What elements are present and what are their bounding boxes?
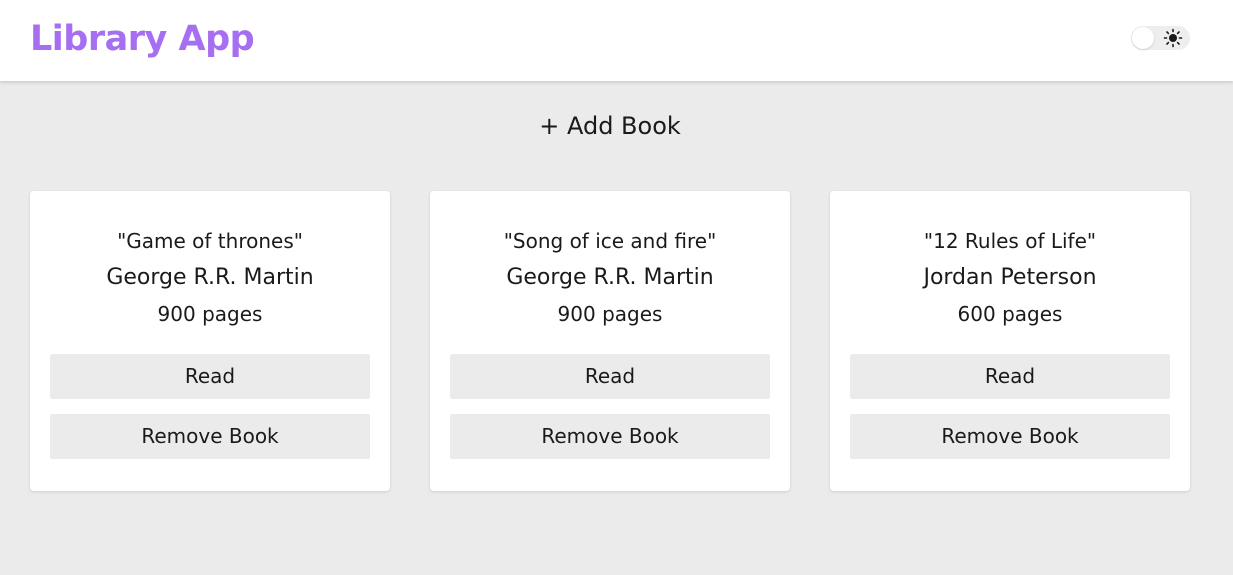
toggle-knob — [1132, 27, 1154, 49]
book-card: "Game of thrones" George R.R. Martin 900… — [30, 191, 390, 491]
theme-toggle[interactable] — [1131, 26, 1190, 50]
book-author: George R.R. Martin — [106, 265, 314, 290]
book-title: "Game of thrones" — [117, 229, 303, 253]
book-author: Jordan Peterson — [923, 265, 1097, 290]
book-card: "Song of ice and fire" George R.R. Marti… — [430, 191, 790, 491]
book-card: "12 Rules of Life" Jordan Peterson 600 p… — [830, 191, 1190, 491]
book-pages: 900 pages — [557, 302, 663, 326]
read-toggle-button[interactable]: Read — [850, 354, 1170, 399]
app-title: Library App — [30, 19, 255, 59]
book-title: "Song of ice and fire" — [503, 229, 717, 253]
book-pages: 600 pages — [957, 302, 1063, 326]
remove-book-button[interactable]: Remove Book — [450, 414, 770, 459]
book-author: George R.R. Martin — [506, 265, 714, 290]
app-header: Library App — [0, 0, 1233, 81]
add-book-button[interactable]: + Add Book — [500, 106, 720, 146]
book-pages: 900 pages — [157, 302, 263, 326]
read-toggle-button[interactable]: Read — [50, 354, 370, 399]
read-toggle-button[interactable]: Read — [450, 354, 770, 399]
remove-book-button[interactable]: Remove Book — [850, 414, 1170, 459]
remove-book-button[interactable]: Remove Book — [50, 414, 370, 459]
book-title: "12 Rules of Life" — [923, 229, 1097, 253]
sun-icon — [1163, 28, 1183, 48]
